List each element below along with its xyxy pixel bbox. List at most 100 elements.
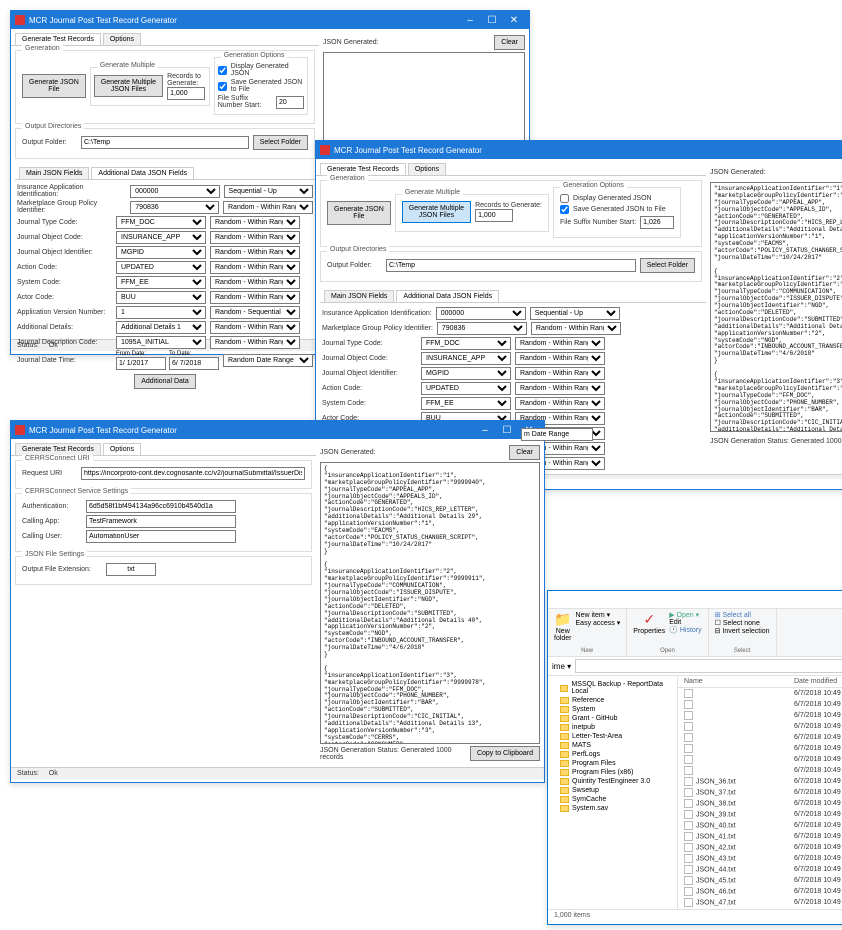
field-value-select[interactable]: MGPID [116,246,206,259]
calling-app-input[interactable] [86,515,236,528]
field-value-select[interactable]: FFM_EE [421,397,511,410]
nav-folder-item[interactable]: inetpub [552,723,673,732]
field-mode-select[interactable]: Random - Within Range [210,216,300,229]
file-row[interactable]: 6/7/2018 10:49 AMText Document1 KB [678,765,842,776]
field-value-select[interactable]: 000000 [436,307,526,320]
titlebar[interactable]: MCR Journal Post Test Record Generator –… [316,141,842,159]
new-folder-button[interactable]: 📁New folder [554,611,572,642]
json-output-box[interactable]: "insuranceApplicationIdentifier":"1", "m… [710,182,842,432]
field-value-select[interactable]: 1095A_INITIAL [116,336,206,349]
nav-folder-item[interactable]: MSSQL Backup - ReportData Local [552,680,673,696]
nav-folder-item[interactable]: MATS [552,741,673,750]
generate-multiple-button[interactable]: Generate Multiple JSON Files [402,201,471,223]
file-row[interactable]: 6/7/2018 10:49 AMText Document1 KB [678,721,842,732]
clear-button[interactable]: Clear [509,445,540,460]
field-mode-select[interactable]: Random - Within Range [515,367,605,380]
tab-options[interactable]: Options [103,33,141,45]
nav-folder-item[interactable]: Reference [552,696,673,705]
new-item-button[interactable]: New item ▾ [576,611,621,619]
file-row[interactable]: 6/7/2018 10:49 AMText Document1 KB [678,699,842,710]
field-value-select[interactable]: MGPID [421,367,511,380]
file-row[interactable]: 6/7/2018 10:49 AMText Document1 KB [678,743,842,754]
properties-button[interactable]: ✓Properties [633,611,665,635]
field-value-select[interactable]: INSURANCE_APP [116,231,206,244]
minimize-button[interactable]: – [459,12,481,28]
nav-folder-item[interactable]: Letter-Test-Area [552,732,673,741]
display-generated-checkbox[interactable] [218,66,227,75]
nav-folder-item[interactable]: PerfLogs [552,750,673,759]
output-folder-input[interactable] [386,259,636,272]
select-none-button[interactable]: ☐ Select none [715,619,770,627]
file-row[interactable]: 6/7/2018 10:49 AMText Document1 KB [678,688,842,700]
nav-folder-item[interactable]: Grant - GitHub [552,714,673,723]
field-mode-select[interactable]: Random - Within Range [210,321,300,334]
file-row[interactable]: 6/7/2018 10:49 AMText Document1 KB [678,754,842,765]
field-mode-select[interactable]: Random - Within Range [515,352,605,365]
maximize-button[interactable]: ☐ [481,12,503,28]
output-ext-input[interactable] [106,563,156,576]
output-folder-input[interactable] [81,136,249,149]
date-mode-select[interactable]: Random Date Range [223,354,313,367]
open-button[interactable]: ▶ Open ▾ [669,611,701,619]
file-row[interactable]: JSON_39.txt6/7/2018 10:49 AMText Documen… [678,809,842,820]
field-mode-select[interactable]: Random - Within Range [210,291,300,304]
calling-user-input[interactable] [86,530,236,543]
file-row[interactable]: 6/7/2018 10:49 AMText Document1 KB [678,732,842,743]
clear-button[interactable]: Clear [494,35,525,50]
from-date-input[interactable] [116,357,166,370]
save-generated-checkbox[interactable] [218,82,227,91]
select-folder-button[interactable]: Select Folder [253,135,308,150]
field-mode-select[interactable]: Random - Sequential [210,306,300,319]
nav-folder-item[interactable]: Program Files [552,759,673,768]
field-mode-select[interactable]: Sequential - Up [530,307,620,320]
copy-clipboard-button[interactable]: Copy to Clipboard [470,746,540,761]
field-mode-select[interactable]: Random - Within Range [210,231,300,244]
file-row[interactable]: JSON_46.txt6/7/2018 10:49 AMText Documen… [678,886,842,897]
json-output-box[interactable]: { "insuranceApplicationIdentifier":"1", … [320,462,540,744]
titlebar[interactable]: MCR Journal Post Test Record Generator –… [11,11,529,29]
file-row[interactable]: JSON_37.txt6/7/2018 10:49 AMText Documen… [678,787,842,798]
field-value-select[interactable]: 790836 [437,322,527,335]
file-row[interactable]: JSON_44.txt6/7/2018 10:49 AMText Documen… [678,864,842,875]
field-value-select[interactable]: UPDATED [421,382,511,395]
field-value-select[interactable]: 1 [116,306,206,319]
tab-main-fields[interactable]: Main JSON Fields [19,167,89,179]
generate-json-button[interactable]: Generate JSON File [327,201,391,225]
nav-folder-item[interactable]: System [552,705,673,714]
nav-folder-item[interactable]: Swsetup [552,786,673,795]
additional-data-button[interactable]: Additional Data [134,374,195,389]
file-row[interactable]: 6/7/2018 10:49 AMText Document1 KB [678,710,842,721]
field-value-select[interactable]: 790836 [130,201,219,214]
file-row[interactable]: JSON_43.txt6/7/2018 10:49 AMText Documen… [678,853,842,864]
tab-generate[interactable]: Generate Test Records [15,33,101,45]
auth-input[interactable] [86,500,236,513]
nav-folder-item[interactable]: Program Files (x86) [552,768,673,777]
tab-main-fields[interactable]: Main JSON Fields [324,290,394,302]
file-row[interactable]: JSON_41.txt6/7/2018 10:49 AMText Documen… [678,831,842,842]
col-name[interactable]: Name [678,676,788,688]
edit-button[interactable]: Edit [669,619,701,626]
file-row[interactable]: JSON_48.txt6/7/2018 10:49 AMText Documen… [678,908,842,909]
field-mode-select[interactable]: Random - Within Range [210,276,300,289]
field-mode-select[interactable]: Random - Within Range [515,382,605,395]
easy-access-button[interactable]: Easy access ▾ [576,619,621,627]
field-value-select[interactable]: FFM_EE [116,276,206,289]
file-row[interactable]: JSON_40.txt6/7/2018 10:49 AMText Documen… [678,820,842,831]
tab-generate[interactable]: Generate Test Records [320,163,406,175]
select-all-button[interactable]: ⊞ Select all [715,611,770,619]
field-mode-select[interactable]: Random - Within Range [210,246,300,259]
close-button[interactable]: ✕ [503,12,525,28]
field-value-select[interactable]: BUU [116,291,206,304]
field-mode-select[interactable]: Random - Within Range [515,397,605,410]
nav-folder-item[interactable]: SymCache [552,795,673,804]
records-to-generate-input[interactable] [167,87,205,100]
nav-folder-item[interactable]: System.sav [552,804,673,813]
col-date[interactable]: Date modified [788,676,842,688]
select-folder-button[interactable]: Select Folder [640,258,695,273]
request-uri-input[interactable] [81,467,305,480]
tab-additional-fields[interactable]: Additional Data JSON Fields [91,167,194,179]
to-date-input[interactable] [169,357,219,370]
nav-panel[interactable]: MSSQL Backup - ReportData LocalReference… [548,676,678,909]
generate-multiple-button[interactable]: Generate Multiple JSON Files [94,75,163,97]
maximize-button[interactable]: ☐ [496,422,518,438]
